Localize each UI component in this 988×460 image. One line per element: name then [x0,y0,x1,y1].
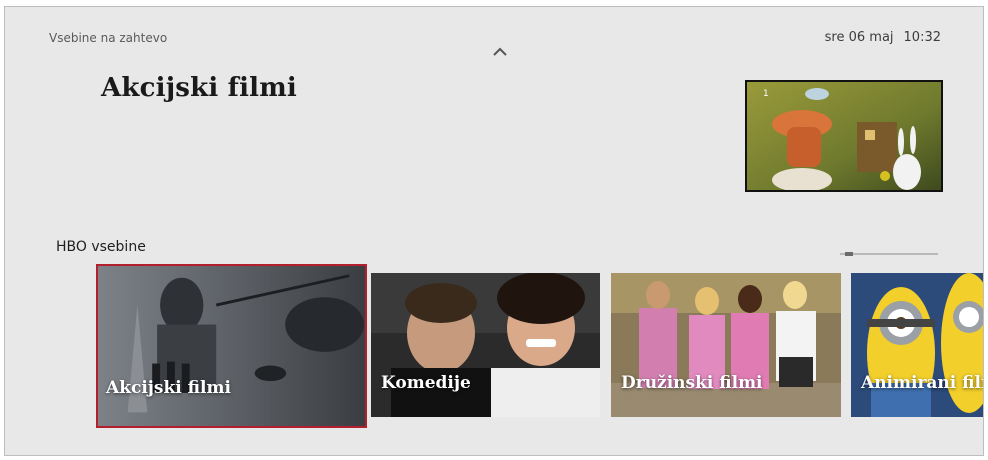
row-scroll-indicator [840,252,938,256]
preview-player[interactable]: 1 [745,80,943,192]
episode-badge: 1 [763,89,769,99]
tile-image [371,273,600,417]
chevron-up-icon[interactable] [490,45,510,59]
tile-label: Komedije [381,373,471,393]
page-title: Akcijski filmi [101,73,298,103]
date-label: sre 06 maj [824,30,894,45]
category-tile-akcijski[interactable]: Akcijski filmi [96,264,367,428]
tv-screen: Vsebine na zahtevo sre 06 maj 10:32 Akci… [4,6,984,456]
status-clock: sre 06 maj 10:32 [825,30,941,45]
tile-label: Akcijski filmi [106,378,231,398]
time-label: 10:32 [903,30,941,45]
tile-label: Družinski filmi [621,373,763,393]
tile-image [851,273,983,417]
section-breadcrumb: Vsebine na zahtevo [49,31,168,45]
row-label: HBO vsebine [56,239,146,255]
tile-label: Animirani filmi [861,373,983,393]
scroll-thumb [845,252,853,256]
tile-image [611,273,841,417]
category-tile-komedije[interactable]: Komedije [371,273,600,417]
tile-image [98,266,365,426]
category-tile-druzinski[interactable]: Družinski filmi [611,273,841,417]
preview-thumbnail: 1 [747,82,941,190]
category-tile-animirani[interactable]: Animirani filmi [851,273,983,417]
